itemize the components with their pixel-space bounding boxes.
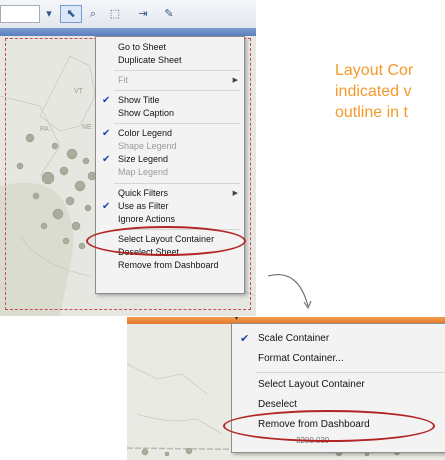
zoom-icon[interactable]: ⌕ <box>82 5 104 23</box>
menu-separator <box>114 123 240 124</box>
menu-separator <box>256 372 445 373</box>
menu-item-scale-container[interactable]: ✔ Scale Container <box>232 330 445 348</box>
pen-icon[interactable]: ✎ <box>158 5 180 23</box>
menu-item-go-to-sheet[interactable]: Go to Sheet <box>96 41 244 54</box>
checkmark-icon: ✔ <box>102 128 111 139</box>
menu-item-use-as-filter[interactable]: ✔ Use as Filter <box>96 200 244 213</box>
fit-width-icon[interactable]: ⇥ <box>132 5 154 23</box>
annotation-text: Layout Cor indicated v outline in t <box>335 60 445 123</box>
menu-item-show-caption[interactable]: Show Caption <box>96 107 244 120</box>
menu-item-color-legend[interactable]: ✔ Color Legend <box>96 127 244 140</box>
submenu-arrow-icon: ▶ <box>232 190 238 197</box>
annotation-line: indicated v <box>335 83 412 100</box>
highlight-oval <box>86 226 246 256</box>
top-screenshot: ▾ ⬉ ⌕ ⬚ ⇥ ✎ VT PA NE Go to Sheet Duplica… <box>0 0 256 316</box>
menu-item-duplicate-sheet[interactable]: Duplicate Sheet <box>96 54 244 67</box>
checkmark-icon: ✔ <box>102 154 111 165</box>
menu-item-show-title[interactable]: ✔ Show Title <box>96 94 244 107</box>
annotation-line: outline in t <box>335 104 408 121</box>
checkmark-icon: ✔ <box>102 95 111 106</box>
submenu-arrow-icon: ▶ <box>232 77 238 84</box>
toolbar: ▾ ⬉ ⌕ ⬚ ⇥ ✎ <box>0 0 256 29</box>
menu-item-fit[interactable]: Fit ▶ <box>96 74 244 87</box>
menu-item-shape-legend[interactable]: Shape Legend <box>96 140 244 153</box>
dropdown-icon[interactable]: ▾ <box>38 5 60 23</box>
sheet-title-bar[interactable] <box>0 28 256 36</box>
annotation-line: Layout Cor <box>335 62 414 79</box>
connector-arrow-icon <box>267 274 312 310</box>
checkmark-icon: ✔ <box>240 333 250 345</box>
menu-item-map-legend[interactable]: Map Legend <box>96 166 244 179</box>
highlight-oval <box>223 410 435 442</box>
menu-item-select-layout-container[interactable]: Select Layout Container <box>232 376 445 394</box>
menu-item-quick-filters[interactable]: Quick Filters ▶ <box>96 187 244 200</box>
container-menu-arrow-icon[interactable]: ▼ <box>233 317 240 322</box>
menu-item-ignore-actions[interactable]: Ignore Actions <box>96 213 244 226</box>
menu-item-format-container[interactable]: Format Container... <box>232 350 445 368</box>
toolbar-combo[interactable] <box>0 5 40 23</box>
menu-separator <box>114 183 240 184</box>
select-arrow-icon[interactable]: ⬉ <box>60 5 82 23</box>
bottom-screenshot: ▼ ✔ Scale Container Format Container... S… <box>127 317 445 460</box>
menu-item-remove-from-dashboard[interactable]: Remove from Dashboard <box>96 259 244 272</box>
menu-separator <box>114 90 240 91</box>
shape-select-icon[interactable]: ⬚ <box>104 5 126 23</box>
menu-separator <box>114 70 240 71</box>
checkmark-icon: ✔ <box>102 201 111 212</box>
menu-item-size-legend[interactable]: ✔ Size Legend <box>96 153 244 166</box>
